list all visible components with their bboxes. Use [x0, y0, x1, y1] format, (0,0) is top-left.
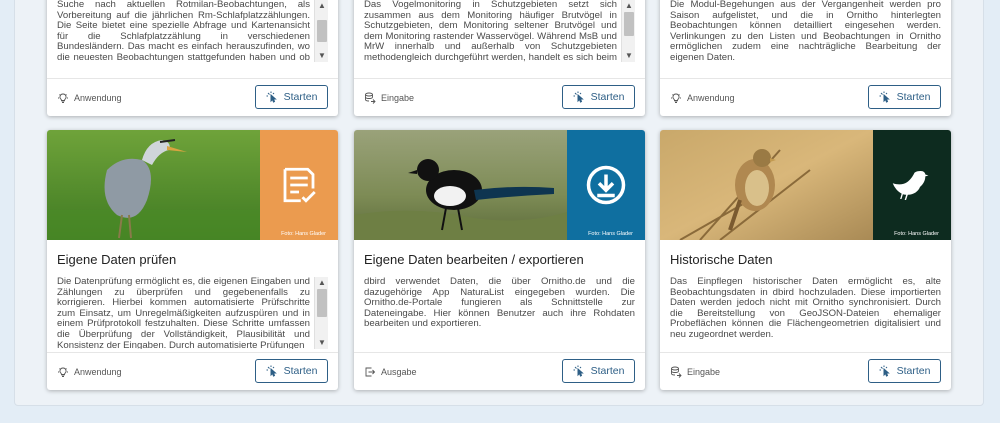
click-pointer-icon [573, 365, 584, 377]
card-text-area: dbird verwendet Daten, die über Ornitho.… [364, 277, 635, 349]
start-button-label: Starten [896, 365, 931, 377]
card-description: Die Datenprüfung ermöglicht es, die eige… [57, 277, 310, 349]
card-footer: Anwendung Starten [660, 78, 951, 116]
card-description: Suche nach aktuellen Rotmilan-Beobachtun… [57, 0, 310, 62]
card-text-scroll-area[interactable]: Das Vogelmonitoring in Schutzgebieten se… [364, 0, 635, 62]
lightbulb-icon [671, 93, 681, 103]
photo-credit: Foto: Hans Glader [588, 231, 633, 237]
category-color-block [567, 130, 645, 240]
scroll-down-icon[interactable]: ▼ [315, 50, 328, 62]
start-button-label: Starten [283, 365, 318, 377]
card-description: Das Einpflegen historischer Daten ermögl… [670, 277, 941, 340]
start-button[interactable]: Starten [868, 359, 941, 383]
click-pointer-icon [573, 91, 584, 103]
data-output-icon [365, 367, 376, 377]
data-input-icon [365, 92, 376, 104]
click-pointer-icon [266, 365, 277, 377]
category-tag: Anwendung [57, 366, 122, 378]
card-footer: Anwendung Starten [47, 352, 338, 390]
card-text-area: Das Einpflegen historischer Daten ermögl… [670, 277, 941, 349]
category-tag: Eingabe [364, 92, 414, 104]
card-historische-daten: Foto: Hans Glader Historische Daten Das … [660, 130, 951, 390]
start-button[interactable]: Starten [255, 359, 328, 383]
scroll-up-icon[interactable]: ▲ [622, 0, 635, 12]
lightbulb-icon [58, 367, 68, 377]
category-tag: Anwendung [57, 92, 122, 104]
bird-silhouette-icon [892, 171, 929, 201]
card-footer: Eingabe Starten [660, 352, 951, 390]
start-button-label: Starten [283, 91, 318, 103]
category-tag-label: Eingabe [687, 367, 721, 377]
click-pointer-icon [879, 365, 890, 377]
checklist-icon [283, 167, 316, 203]
download-icon [586, 165, 626, 205]
card-text-scroll-area[interactable]: Suche nach aktuellen Rotmilan-Beobachtun… [57, 0, 328, 62]
card-text-scroll-area[interactable]: Die Datenprüfung ermöglicht es, die eige… [57, 277, 328, 349]
category-color-block [260, 130, 338, 240]
card-eigene-daten-bearbeiten: Foto: Hans Glader Eigene Daten bearbeite… [354, 130, 645, 390]
start-button-label: Starten [590, 365, 625, 377]
lightbulb-icon [58, 93, 68, 103]
card-vogelmonitoring: Das Vogelmonitoring in Schutzgebieten se… [354, 0, 645, 116]
start-button[interactable]: Starten [562, 85, 635, 109]
heron-photo [47, 130, 260, 240]
category-tag-label: Anwendung [687, 93, 735, 103]
card-description: dbird verwendet Daten, die über Ornitho.… [364, 277, 635, 330]
start-button[interactable]: Starten [868, 85, 941, 109]
category-tag-label: Anwendung [74, 367, 122, 377]
scrollbar-thumb[interactable] [317, 289, 327, 317]
scroll-down-icon[interactable]: ▼ [315, 337, 328, 349]
scrollbar[interactable]: ▲ ▼ [314, 277, 328, 349]
data-input-icon [671, 366, 682, 378]
card-text-area: Die Modul-Begehungen aus der Vergangenhe… [670, 0, 941, 62]
category-tag-label: Anwendung [74, 93, 122, 103]
scrollbar-thumb[interactable] [317, 20, 327, 42]
card-image: Foto: Hans Glader [47, 130, 338, 240]
scroll-up-icon[interactable]: ▲ [315, 0, 328, 12]
click-pointer-icon [879, 91, 890, 103]
card-eigene-daten-pruefen: Foto: Hans Glader Eigene Daten prüfen Di… [47, 130, 338, 390]
category-tag: Ausgabe [364, 366, 417, 378]
card-modul-begehungen: Die Modul-Begehungen aus der Vergangenhe… [660, 0, 951, 116]
category-tag-label: Eingabe [381, 93, 415, 103]
card-footer: Anwendung Starten [47, 78, 338, 116]
start-button[interactable]: Starten [562, 359, 635, 383]
card-image: Foto: Hans Glader [354, 130, 645, 240]
scrollbar[interactable]: ▲ ▼ [314, 0, 328, 62]
start-button[interactable]: Starten [255, 85, 328, 109]
card-title: Eigene Daten bearbeiten / exportieren [364, 252, 584, 267]
card-footer: Eingabe Starten [354, 78, 645, 116]
photo-credit: Foto: Hans Glader [894, 231, 939, 237]
scrollbar[interactable]: ▲ ▼ [621, 0, 635, 62]
card-image: Foto: Hans Glader [660, 130, 951, 240]
magpie-photo [354, 130, 567, 240]
scroll-down-icon[interactable]: ▼ [622, 50, 635, 62]
card-rotmilan: Suche nach aktuellen Rotmilan-Beobachtun… [47, 0, 338, 116]
category-tag: Anwendung [670, 92, 735, 104]
start-button-label: Starten [896, 91, 931, 103]
bunting-photo [660, 130, 873, 240]
category-color-block [873, 130, 951, 240]
click-pointer-icon [266, 91, 277, 103]
card-title: Eigene Daten prüfen [57, 252, 177, 267]
card-footer: Ausgabe Starten [354, 352, 645, 390]
photo-credit: Foto: Hans Glader [281, 231, 326, 237]
category-tag-label: Ausgabe [381, 367, 417, 377]
scrollbar-thumb[interactable] [624, 12, 634, 36]
scroll-up-icon[interactable]: ▲ [315, 277, 328, 289]
category-tag: Eingabe [670, 366, 720, 378]
card-description: Das Vogelmonitoring in Schutzgebieten se… [364, 0, 617, 62]
card-description: Die Modul-Begehungen aus der Vergangenhe… [670, 0, 941, 62]
card-title: Historische Daten [670, 252, 773, 267]
start-button-label: Starten [590, 91, 625, 103]
